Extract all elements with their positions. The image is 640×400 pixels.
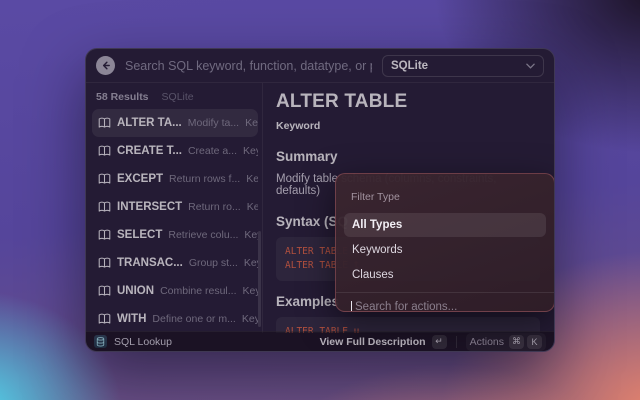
filter-popup: Filter Type All TypesKeywordsClauses Sea…	[335, 173, 555, 312]
popup-divider	[336, 292, 554, 293]
text-cursor	[351, 301, 352, 313]
actions-search-placeholder: Search for actions...	[353, 301, 457, 312]
desktop-background: SQLite 58 Results SQLite ALTER TA...Modi…	[0, 0, 640, 400]
actions-search-field[interactable]: Search for actions...	[344, 295, 546, 312]
launcher-window: SQLite 58 Results SQLite ALTER TA...Modi…	[85, 48, 555, 352]
filter-section-label: Filter Type	[351, 191, 539, 203]
filter-option[interactable]: Clauses	[344, 263, 546, 287]
filter-option[interactable]: All Types	[344, 213, 546, 237]
filter-options: All TypesKeywordsClauses	[344, 213, 546, 287]
filter-option[interactable]: Keywords	[344, 238, 546, 262]
